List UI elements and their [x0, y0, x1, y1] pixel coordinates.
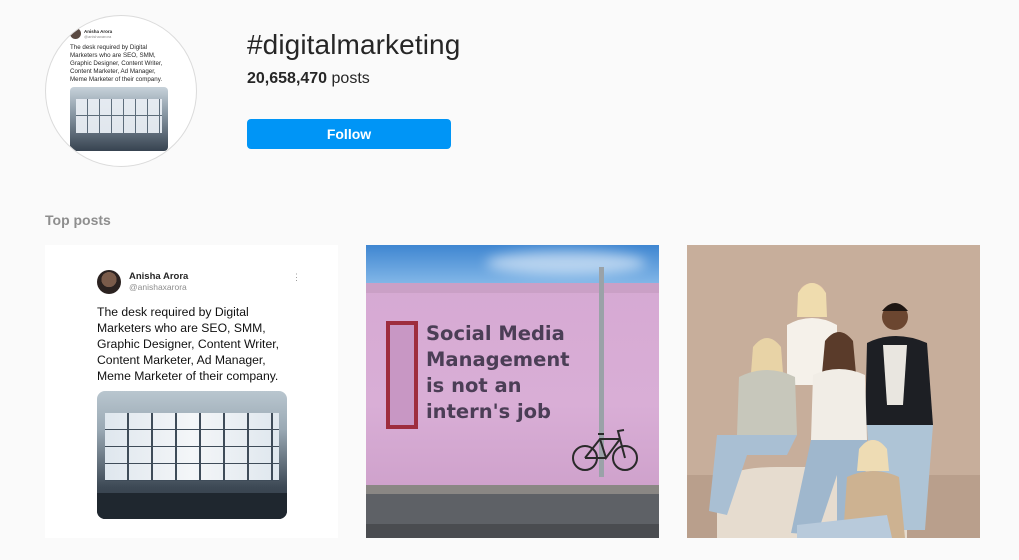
tweet-author-handle: @anishaxarora	[129, 282, 187, 292]
tweet-card: Anisha Arora @anishaxarora ⋮ The desk re…	[97, 270, 301, 519]
tweet-author-name: Anisha Arora	[129, 271, 189, 282]
avatar-profile-pic	[70, 28, 81, 39]
post-tile-3[interactable]	[687, 245, 980, 538]
follow-button[interactable]: Follow	[247, 119, 451, 149]
tweet-avatar	[97, 270, 121, 294]
wall-line-4: intern's job	[426, 400, 552, 423]
wall-line-3: is not an	[426, 374, 522, 397]
tweet-image-monitors	[97, 391, 287, 519]
post-count-number: 20,658,470	[247, 70, 328, 87]
avatar-tweet-text: The desk required by Digital Marketers w…	[70, 44, 163, 83]
tweet-text: The desk required by Digital Marketers w…	[97, 305, 279, 383]
avatar-tweet-handle: @anishaxarora	[84, 33, 112, 39]
wall-line-1: Social Media	[426, 322, 565, 345]
post-count-label: posts	[327, 70, 370, 87]
post-tile-1[interactable]: Anisha Arora @anishaxarora ⋮ The desk re…	[45, 245, 338, 538]
avatar-tweet-image	[70, 87, 168, 151]
more-options-icon: ⋮	[292, 272, 301, 282]
pavement	[366, 485, 659, 538]
bicycle-icon	[572, 429, 638, 471]
hashtag-avatar: Anisha Arora @anishaxarora The desk requ…	[45, 15, 197, 167]
avatar-tweet-name: Anisha Arora	[84, 28, 113, 34]
hashtag-title: #digitalmarketing	[247, 29, 461, 60]
post-count: 20,658,470 posts	[247, 70, 370, 88]
post-tile-2[interactable]: Social Media Management is not an intern…	[366, 245, 659, 538]
section-title: Top posts	[45, 212, 111, 228]
wall-window	[386, 321, 418, 429]
wall-slogan: Social Media Management is not an intern…	[426, 321, 570, 425]
wall-line-2: Management	[426, 348, 570, 371]
avatar-tweet-preview: Anisha Arora @anishaxarora The desk requ…	[70, 28, 174, 151]
group-photo	[687, 245, 980, 538]
